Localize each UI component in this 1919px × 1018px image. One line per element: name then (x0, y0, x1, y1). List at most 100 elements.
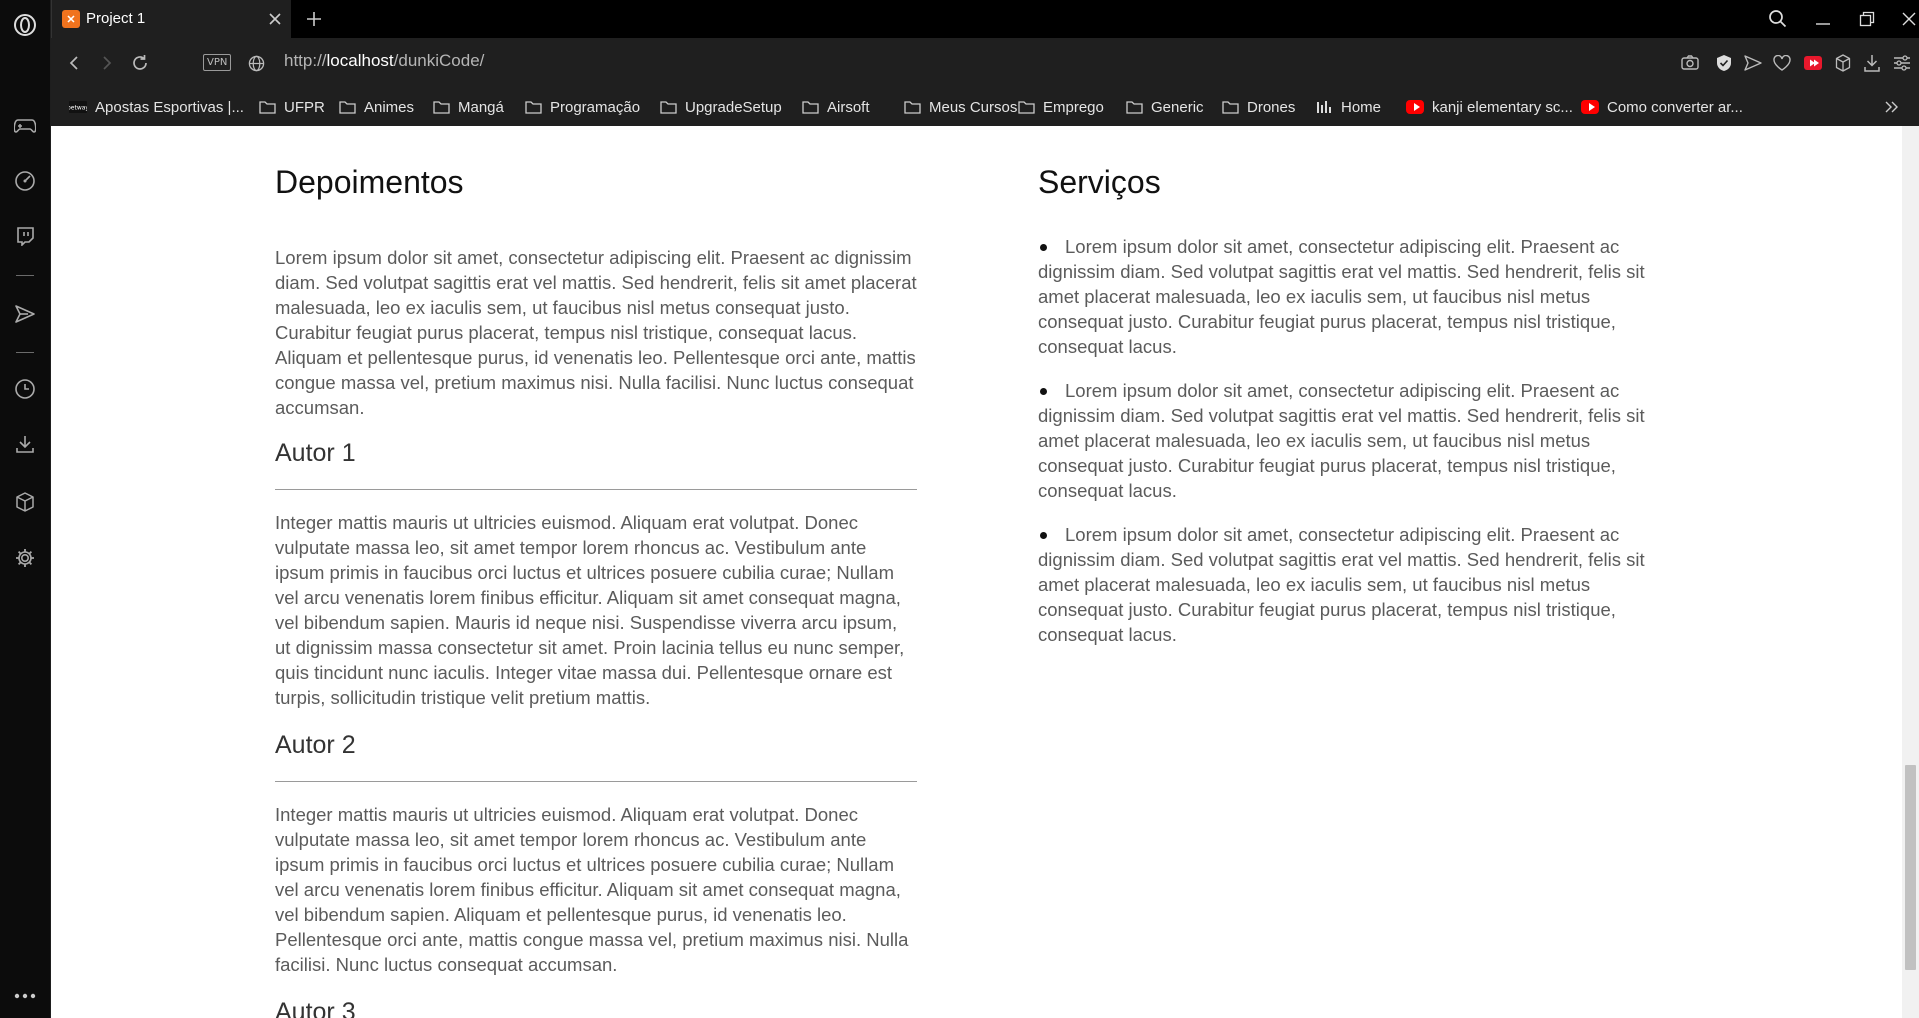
youtube-icon (1406, 98, 1424, 116)
bookmark-folder[interactable]: UFPR (258, 88, 325, 126)
downloads-icon[interactable] (10, 429, 40, 459)
close-tab-icon[interactable] (265, 9, 285, 29)
sidebar-divider (16, 352, 34, 353)
new-tab-plus-icon[interactable] (303, 8, 325, 30)
author-name: Autor 3 (275, 998, 356, 1018)
svg-text:betway: betway (69, 105, 87, 112)
folder-icon (524, 98, 542, 116)
bookmark-folder[interactable]: Drones (1221, 88, 1295, 126)
restore-window-icon[interactable] (1853, 6, 1881, 32)
gamepad-icon[interactable] (10, 111, 40, 141)
url-scheme: http:// (284, 51, 327, 70)
bookmark-label: Generic (1151, 98, 1204, 116)
settings-gear-icon[interactable] (10, 543, 40, 573)
url-path: /dunkiCode/ (393, 51, 485, 70)
tab-title: Project 1 (86, 10, 146, 27)
bookmarks-bar: betway Apostas Esportivas |... UFPR Anim… (51, 88, 1919, 126)
bookmark-item[interactable]: kanji elementary sc... (1406, 88, 1573, 126)
folder-icon (258, 98, 276, 116)
address-bar-url[interactable]: http://localhost/dunkiCode/ (284, 51, 484, 71)
reload-icon[interactable] (127, 50, 153, 76)
list-item: Lorem ipsum dolor sit amet, consectetur … (1038, 522, 1680, 647)
search-tabs-icon[interactable] (1764, 6, 1792, 32)
bookmark-label: UpgradeSetup (685, 98, 782, 116)
page-viewport[interactable]: Depoimentos Lorem ipsum dolor sit amet, … (51, 126, 1919, 1018)
folder-icon (432, 98, 450, 116)
history-icon[interactable] (10, 374, 40, 404)
vertical-scrollbar[interactable] (1902, 126, 1919, 1018)
extensions-cube-icon[interactable] (10, 487, 40, 517)
flow-send-icon[interactable] (1740, 50, 1766, 76)
send-icon[interactable] (10, 299, 40, 329)
more-bookmarks-chevron-icon[interactable] (1885, 88, 1899, 126)
twitch-icon[interactable] (10, 221, 40, 251)
depoimentos-intro: Lorem ipsum dolor sit amet, consectetur … (275, 247, 917, 418)
author-name: Autor 1 (275, 439, 356, 467)
servicos-title: Serviços (1038, 164, 1161, 200)
author-name: Autor 2 (275, 731, 356, 759)
folder-icon (1125, 98, 1143, 116)
bookmark-label: Home (1341, 98, 1382, 116)
extensions-cube-icon[interactable] (1830, 50, 1856, 76)
bookmark-label: Airsoft (827, 98, 870, 116)
xampp-icon: ✕ (62, 10, 80, 28)
bookmark-label: Como converter ar... (1607, 98, 1743, 116)
bookmark-label: Emprego (1043, 98, 1104, 116)
author-divider (275, 489, 917, 490)
sidebar-divider (16, 275, 34, 276)
url-host: localhost (326, 51, 394, 70)
services-list: Lorem ipsum dolor sit amet, consectetur … (1038, 234, 1680, 666)
close-window-icon[interactable] (1895, 6, 1919, 32)
video-popout-icon[interactable] (1800, 50, 1826, 76)
bookmark-folder[interactable]: Emprego (1017, 88, 1104, 126)
speed-dial-icon[interactable] (10, 166, 40, 196)
globe-icon[interactable] (243, 50, 269, 76)
list-item: Lorem ipsum dolor sit amet, consectetur … (1038, 378, 1680, 503)
bookmark-item[interactable]: Como converter ar... (1581, 88, 1743, 126)
bookmark-folder[interactable]: Meus Cursos (903, 88, 1017, 126)
opera-sidebar (0, 0, 51, 1018)
list-item: Lorem ipsum dolor sit amet, consectetur … (1038, 234, 1680, 359)
bookmark-label: Programação (550, 98, 641, 116)
bookmark-item[interactable]: betway Apostas Esportivas |... (69, 88, 244, 126)
folder-icon (801, 98, 819, 116)
bookmark-label: UFPR (284, 98, 325, 116)
folder-icon (903, 98, 921, 116)
easy-setup-sliders-icon[interactable] (1889, 50, 1915, 76)
betway-icon: betway (69, 98, 87, 116)
navigation-bar: VPN http://localhost/dunkiCode/ (51, 38, 1919, 88)
scrollbar-thumb[interactable] (1905, 765, 1916, 970)
bookmark-folder[interactable]: Airsoft (801, 88, 870, 126)
camera-snapshot-icon[interactable] (1677, 50, 1703, 76)
bookmark-folder[interactable]: Mangá (432, 88, 504, 126)
bookmark-folder[interactable]: Programação (524, 88, 640, 126)
bookmark-label: Animes (364, 98, 415, 116)
vpn-badge[interactable]: VPN (203, 54, 232, 71)
heart-pinboard-icon[interactable] (1769, 50, 1795, 76)
tab-project-1[interactable]: ✕ Project 1 (51, 0, 291, 38)
bookmark-label: Apostas Esportivas |... (95, 98, 244, 116)
bookmark-label: kanji elementary sc... (1432, 98, 1573, 116)
downloads-icon[interactable] (1859, 50, 1885, 76)
forward-arrow-icon[interactable] (94, 50, 120, 76)
opera-logo-icon[interactable] (10, 10, 40, 40)
site-icon (1315, 98, 1333, 116)
more-options-icon[interactable] (10, 981, 40, 1011)
bookmark-label: Meus Cursos (929, 98, 1018, 116)
author-testimonial: Integer mattis mauris ut ultricies euism… (275, 804, 909, 975)
youtube-icon (1581, 98, 1599, 116)
back-arrow-icon[interactable] (61, 50, 87, 76)
folder-icon (1017, 98, 1035, 116)
minimize-window-icon[interactable] (1809, 6, 1837, 32)
tab-strip: ✕ Project 1 (51, 0, 1919, 38)
ad-blocker-shield-icon[interactable] (1711, 50, 1737, 76)
author-testimonial: Integer mattis mauris ut ultricies euism… (275, 512, 905, 708)
bookmark-folder[interactable]: UpgradeSetup (659, 88, 782, 126)
folder-icon (1221, 98, 1239, 116)
bookmark-label: Drones (1247, 98, 1296, 116)
author-divider (275, 781, 917, 782)
bookmark-folder[interactable]: Generic (1125, 88, 1204, 126)
bookmark-folder[interactable]: Animes (338, 88, 414, 126)
bookmark-item[interactable]: Home (1315, 88, 1381, 126)
depoimentos-title: Depoimentos (275, 164, 464, 200)
